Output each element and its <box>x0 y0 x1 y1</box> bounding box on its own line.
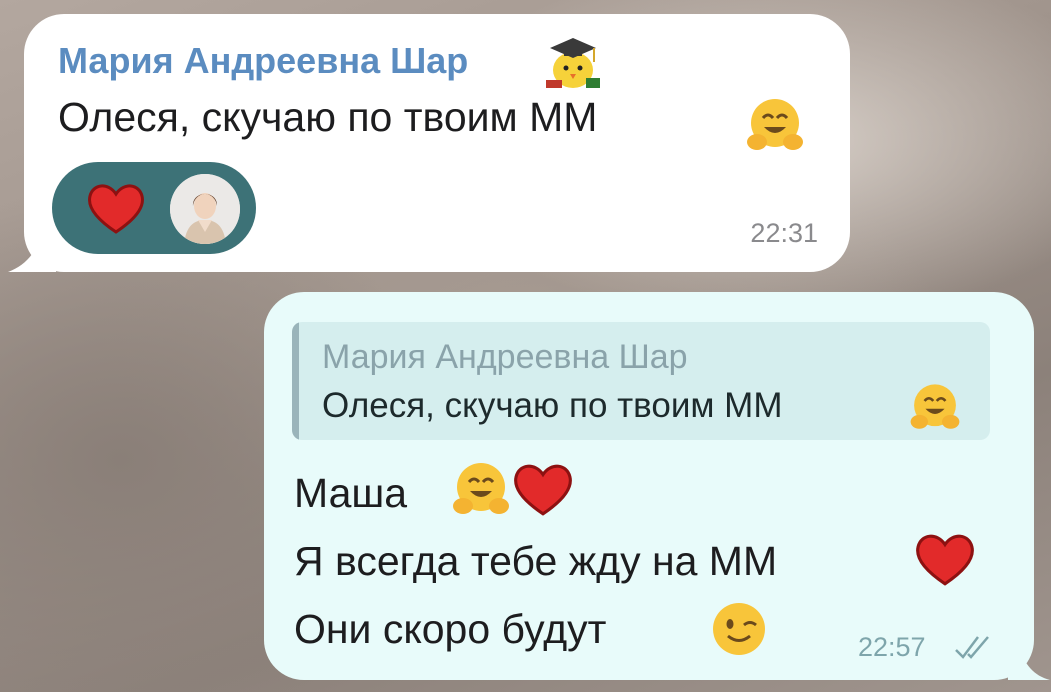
reaction-chip[interactable] <box>52 162 256 254</box>
message-line-1: Маша <box>294 470 408 516</box>
outgoing-message-bubble[interactable]: Мария Андреевна Шар Олеся, скучаю по тво… <box>264 292 1034 680</box>
incoming-message-text: Олеся, скучаю по твоим ММ <box>58 94 598 140</box>
sender-badge-icon <box>546 38 600 88</box>
double-check-icon <box>955 636 989 659</box>
reply-text: Олеся, скучаю по твоим ММ <box>322 386 783 425</box>
heart-icon <box>514 464 572 516</box>
hugging-face-icon <box>747 99 803 150</box>
incoming-message-bubble[interactable]: Мария Андреевна Шар Олеся, скучаю по тво… <box>24 14 850 272</box>
sender-name[interactable]: Мария Андреевна Шар <box>58 40 468 82</box>
reply-sender-name: Мария Андреевна Шар <box>322 338 688 376</box>
hugging-face-icon <box>453 463 509 514</box>
heart-icon <box>916 534 974 586</box>
incoming-timestamp: 22:31 <box>750 218 818 248</box>
reply-accent-bar <box>292 322 299 440</box>
winking-face-icon <box>713 603 765 655</box>
message-line-3: Они скоро будут <box>294 606 607 652</box>
reactor-avatar[interactable] <box>170 174 240 244</box>
outgoing-timestamp: 22:57 <box>858 632 926 662</box>
avatar-image <box>170 174 240 244</box>
hugging-face-icon <box>910 384 960 429</box>
reply-quote[interactable]: Мария Андреевна Шар Олеся, скучаю по тво… <box>292 322 990 440</box>
message-line-2: Я всегда тебе жду на ММ <box>294 538 778 584</box>
heart-reaction-icon <box>88 184 144 234</box>
